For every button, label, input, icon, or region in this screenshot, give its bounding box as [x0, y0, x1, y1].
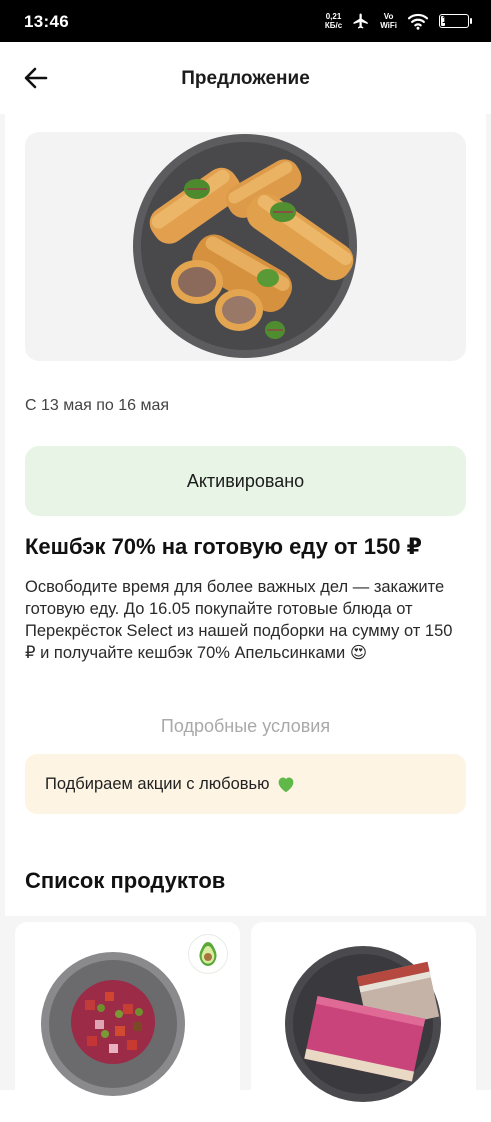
product-card[interactable] — [15, 922, 240, 1122]
avocado-icon — [199, 942, 217, 966]
battery-level: 16 — [442, 15, 454, 26]
activated-button[interactable]: Активировано — [25, 446, 466, 516]
status-icons: 0,21 КБ/с Vo WiFi 16 — [324, 8, 472, 34]
offer-title: Кешбэк 70% на готовую еду от 150 ₽ — [25, 534, 422, 559]
vowifi-indicator: Vo WiFi — [380, 12, 397, 30]
battery-indicator: 16 — [439, 14, 472, 28]
product-card[interactable] — [251, 922, 476, 1122]
love-text: Подбираем акции с любовью — [45, 774, 270, 793]
avocado-badge — [188, 934, 228, 974]
terms-link[interactable]: Подробные условия — [0, 716, 491, 737]
offer-date-range: С 13 мая по 16 мая — [25, 397, 170, 414]
status-bar: 13:46 0,21 КБ/с Vo WiFi 16 — [0, 0, 491, 42]
status-time: 13:46 — [24, 12, 69, 31]
products-section-title: Список продуктов — [25, 868, 226, 893]
top-app-bar: Предложение — [0, 42, 491, 114]
green-heart-icon — [278, 777, 293, 793]
offer-image — [25, 132, 466, 361]
love-banner: Подбираем акции с любовью — [25, 754, 466, 814]
pancake-rolls-image — [133, 134, 357, 358]
activated-label: Активировано — [186, 470, 305, 491]
airplane-icon — [353, 13, 368, 29]
page-title: Предложение — [181, 68, 310, 89]
network-speed: 0,21 КБ/с — [324, 12, 343, 30]
offer-description: Освободите время для более важных дел — … — [25, 578, 453, 662]
herring-under-fur-coat-image — [285, 946, 441, 1102]
wifi-icon — [407, 13, 429, 30]
